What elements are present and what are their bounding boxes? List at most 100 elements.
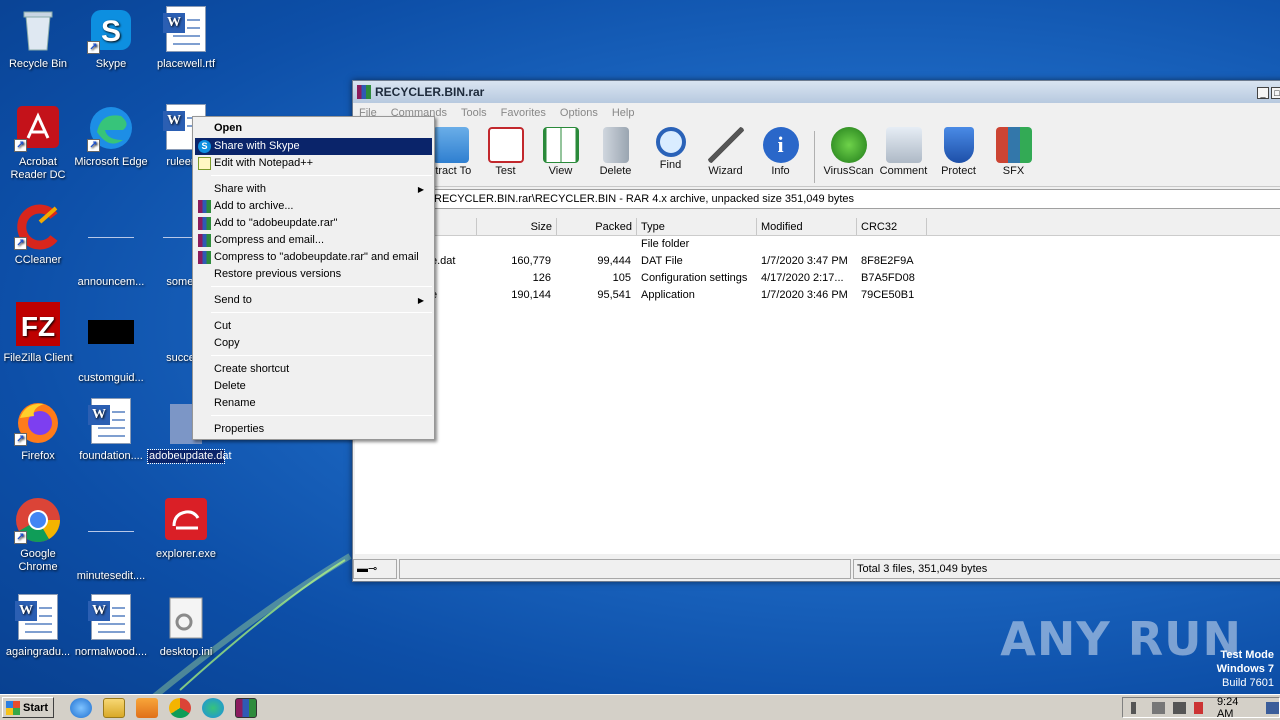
- network-icon[interactable]: [1151, 701, 1165, 714]
- svg-text:S: S: [101, 15, 121, 48]
- chrome-taskbar-icon[interactable]: [169, 697, 191, 718]
- column-type[interactable]: Type: [637, 218, 757, 235]
- menu-item-properties[interactable]: Properties: [195, 421, 432, 438]
- desktop-icon-skype[interactable]: S ↗ Skype: [73, 6, 149, 71]
- menu-item-delete[interactable]: Delete: [195, 378, 432, 395]
- info-icon: i: [762, 127, 799, 163]
- desktop-icon-edge[interactable]: ↗ Microsoft Edge: [73, 104, 149, 169]
- virusscan-button[interactable]: VirusScan: [821, 127, 876, 177]
- clock[interactable]: 9:24 AM: [1217, 696, 1254, 720]
- acrobat-icon: ↗: [14, 104, 62, 152]
- menu-options[interactable]: Options: [560, 107, 598, 119]
- shortcut-arrow-icon: ↗: [14, 237, 27, 250]
- edge-icon: ↗: [87, 104, 135, 152]
- desktop-icon-firefox[interactable]: ↗ Firefox: [0, 398, 76, 463]
- flag-icon[interactable]: [1172, 701, 1186, 714]
- table-row[interactable]: e.dat 160,779 99,444 DAT File 1/7/2020 3…: [355, 253, 955, 270]
- menu-favorites[interactable]: Favorites: [501, 107, 546, 119]
- desktop-icon-ccleaner[interactable]: ↗ CCleaner: [0, 202, 76, 267]
- shield-icon: [943, 127, 974, 163]
- shortcut-arrow-icon: ↗: [87, 139, 100, 152]
- desktop-icon-foundation[interactable]: W foundation....: [73, 398, 149, 463]
- menu-item-edit-notepad[interactable]: Edit with Notepad++: [195, 155, 432, 172]
- menu-help[interactable]: Help: [612, 107, 635, 119]
- desktop-icon-explorer[interactable]: explorer.exe: [148, 496, 224, 561]
- word-doc-icon: W: [87, 398, 135, 446]
- protect-button[interactable]: Protect: [931, 127, 986, 177]
- column-packed[interactable]: Packed: [557, 218, 637, 235]
- explorer-folder-icon[interactable]: [103, 697, 125, 718]
- desktop-icon-minutesedit[interactable]: minutesedit....: [73, 496, 149, 583]
- column-size[interactable]: Size: [477, 218, 557, 235]
- volume-icon[interactable]: [1131, 701, 1144, 714]
- desktop-icon-acrobat[interactable]: ↗ Acrobat Reader DC: [0, 104, 76, 182]
- desktop-icon-normalwood[interactable]: W normalwood....: [73, 594, 149, 659]
- info-button[interactable]: i Info: [753, 127, 808, 177]
- comment-button[interactable]: Comment: [876, 127, 931, 177]
- winrar-icon: [357, 85, 371, 99]
- ie-icon[interactable]: [70, 697, 92, 718]
- settings-file-icon: [162, 594, 210, 642]
- wizard-button[interactable]: Wizard: [698, 127, 753, 177]
- desktop-icon-customguid[interactable]: customguid...: [73, 300, 149, 385]
- desktop-icon-desktop-ini[interactable]: desktop.ini: [148, 594, 224, 659]
- menu-item-cut[interactable]: Cut: [195, 318, 432, 335]
- menu-item-send-to[interactable]: Send to ▶: [195, 292, 432, 309]
- menu-item-share-with-skype[interactable]: S Share with Skype: [195, 138, 432, 155]
- menu-item-copy[interactable]: Copy: [195, 335, 432, 352]
- drive-key-icon[interactable]: ▬⊸: [353, 559, 397, 579]
- menu-item-restore-versions[interactable]: Restore previous versions: [195, 266, 432, 283]
- desktop-icon-label: desktop.ini: [159, 646, 213, 658]
- desktop-icon-label: Google Chrome: [18, 548, 58, 573]
- winrar-icon: [198, 251, 211, 264]
- maximize-button[interactable]: □: [1271, 87, 1280, 99]
- submenu-arrow-icon: ▶: [417, 185, 424, 194]
- find-button[interactable]: Find: [643, 127, 698, 171]
- menu-item-rename[interactable]: Rename: [195, 395, 432, 412]
- word-doc-icon: W: [162, 6, 210, 54]
- desktop-icon-label: minutesedit....: [76, 570, 146, 582]
- menu-item-open[interactable]: Open: [195, 120, 432, 137]
- menu-separator: [211, 415, 432, 416]
- desktop-icon-againgradu[interactable]: W againgradu...: [0, 594, 76, 659]
- column-modified[interactable]: Modified: [757, 218, 857, 235]
- desktop-icon-label: Firefox: [21, 450, 55, 462]
- desktop-icon-recycle-bin[interactable]: Recycle Bin: [0, 6, 76, 71]
- desktop-icon-label: Acrobat Reader DC: [10, 156, 66, 181]
- desktop-icon-label: foundation....: [79, 450, 143, 462]
- start-button[interactable]: Start: [2, 697, 54, 718]
- view-button[interactable]: View: [533, 127, 588, 177]
- column-crc32[interactable]: CRC32: [857, 218, 927, 235]
- menu-item-compress-to-rar-email[interactable]: Compress to "adobeupdate.rar" and email: [195, 249, 432, 266]
- menu-item-add-to-archive[interactable]: Add to archive...: [195, 198, 432, 215]
- show-desktop-icon[interactable]: [1266, 701, 1280, 714]
- table-row[interactable]: 126 105 Configuration settings 4/17/2020…: [355, 270, 955, 287]
- menu-item-share-with[interactable]: Share with ▶: [195, 181, 432, 198]
- minimize-button[interactable]: _: [1257, 87, 1269, 99]
- desktop-icon-label: againgradu...: [5, 646, 71, 658]
- media-player-icon[interactable]: [136, 697, 158, 718]
- sfx-button[interactable]: SFX: [986, 127, 1041, 177]
- menu-item-compress-email[interactable]: Compress and email...: [195, 232, 432, 249]
- desktop-icon-placewell[interactable]: W placewell.rtf: [148, 6, 224, 71]
- table-row[interactable]: e 190,144 95,541 Application 1/7/2020 3:…: [355, 287, 955, 304]
- security-icon[interactable]: [1193, 701, 1203, 714]
- winrar-window[interactable]: RECYCLER.BIN.rar _ □ File Commands Tools…: [352, 80, 1280, 582]
- menu-item-add-to-rar[interactable]: Add to "adobeupdate.rar": [195, 215, 432, 232]
- window-titlebar[interactable]: RECYCLER.BIN.rar _ □: [353, 81, 1280, 103]
- desktop-icon-chrome[interactable]: ↗ Google Chrome: [0, 496, 76, 574]
- bug-icon: [830, 127, 867, 163]
- table-row[interactable]: File folder: [355, 236, 955, 253]
- menu-tools[interactable]: Tools: [461, 107, 487, 119]
- blank-file-icon: [87, 224, 135, 272]
- test-button[interactable]: Test: [478, 127, 533, 177]
- edge-taskbar-icon[interactable]: [202, 697, 224, 718]
- menu-separator: [211, 175, 432, 176]
- desktop-icon-filezilla[interactable]: FZ FileZilla Client: [0, 300, 76, 365]
- path-bar[interactable]: RECYCLER.BIN.rar\RECYCLER.BIN - RAR 4.x …: [353, 189, 1280, 209]
- delete-button[interactable]: Delete: [588, 127, 643, 177]
- menu-item-create-shortcut[interactable]: Create shortcut: [195, 361, 432, 378]
- winrar-taskbar-icon[interactable]: [235, 697, 257, 718]
- file-list[interactable]: File folder e.dat 160,779 99,444 DAT Fil…: [355, 236, 1280, 554]
- desktop-icon-announcem[interactable]: announcem...: [73, 202, 149, 289]
